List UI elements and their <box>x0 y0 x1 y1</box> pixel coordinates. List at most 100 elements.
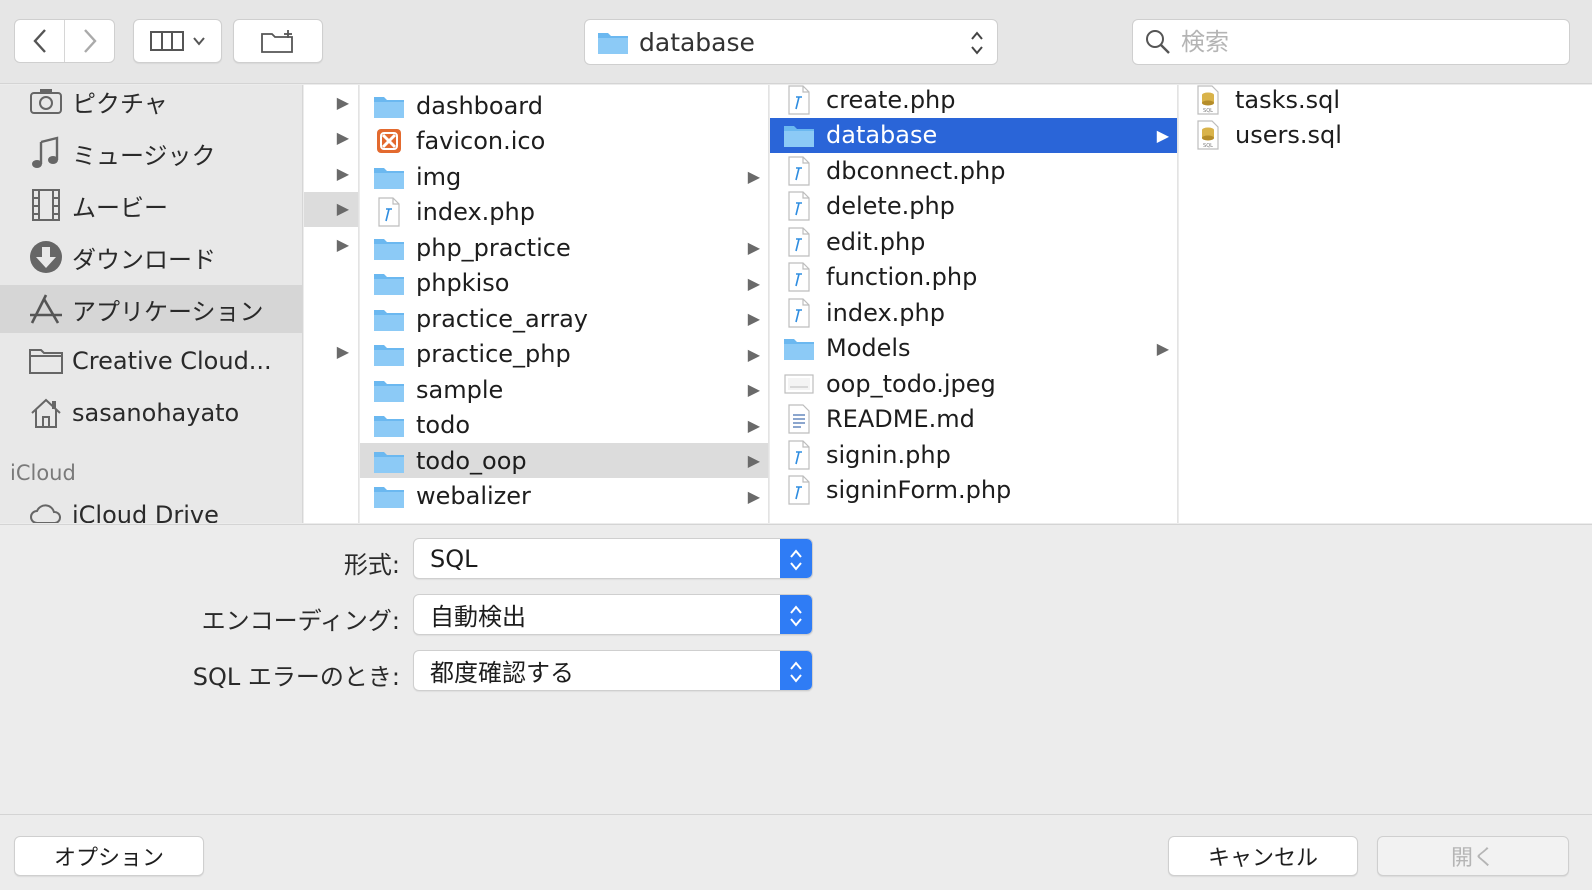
chevron-left-icon <box>32 29 46 53</box>
list-item[interactable]: function.php <box>770 260 1177 295</box>
php-file-icon <box>782 439 816 470</box>
new-folder-icon <box>261 30 293 53</box>
list-item[interactable]: edit.php <box>770 224 1177 259</box>
list-item-label: favicon.ico <box>416 127 546 155</box>
list-item[interactable]: practice_array ▶ <box>360 301 768 336</box>
folder-icon <box>782 333 816 363</box>
list-item[interactable]: sample ▶ <box>360 372 768 407</box>
disclosure-arrow-icon: ▶ <box>336 93 349 112</box>
sidebar-item-creative-cloud[interactable]: Creative Cloud... <box>0 337 302 385</box>
encoding-value: 自動検出 <box>430 603 526 631</box>
list-item[interactable]: todo_oop ▶ <box>360 443 768 478</box>
folder-icon <box>782 120 816 150</box>
list-item-label: todo <box>416 411 471 439</box>
list-item[interactable]: index.php <box>770 295 1177 330</box>
sidebar-item-label: iCloud Drive <box>72 501 219 523</box>
view-mode-button[interactable] <box>133 19 222 63</box>
php-file-icon <box>782 475 816 505</box>
list-item[interactable]: ▶ <box>304 192 358 227</box>
format-popup[interactable]: SQL <box>413 538 813 579</box>
encoding-popup[interactable]: 自動検出 <box>413 594 813 635</box>
up-down-arrows-icon <box>780 651 812 690</box>
list-item-label: php_practice <box>416 233 571 262</box>
list-item[interactable]: SQL users.sql <box>1179 118 1592 153</box>
list-item[interactable]: create.php <box>770 85 1177 117</box>
list-item[interactable]: ▶ <box>304 86 358 121</box>
list-item[interactable]: php_practice ▶ <box>360 230 768 265</box>
svg-text:SQL: SQL <box>1203 143 1213 149</box>
new-folder-button[interactable] <box>233 19 323 63</box>
list-item[interactable]: database ▶ <box>770 117 1177 153</box>
list-item-label: database <box>826 121 938 149</box>
sidebar-item-downloads[interactable]: ダウンロード <box>0 233 302 281</box>
list-item-label: oop_todo.jpeg <box>826 369 996 398</box>
chevron-right-icon <box>83 29 97 53</box>
folder-icon <box>28 343 64 379</box>
sidebar-item-icloud-drive[interactable]: iCloud Drive <box>0 491 302 523</box>
list-item[interactable]: favicon.ico <box>360 124 768 159</box>
disclosure-arrow-icon: ▶ <box>747 344 760 364</box>
list-item[interactable]: README.md <box>770 402 1177 437</box>
list-item-label: practice_php <box>416 340 571 368</box>
list-item[interactable]: ▶ <box>304 157 358 192</box>
sql-file-icon: SQL <box>1191 85 1225 115</box>
list-item[interactable]: delete.php <box>770 189 1177 224</box>
disclosure-arrow-icon: ▶ <box>336 164 349 183</box>
list-item[interactable]: dashboard <box>360 88 768 123</box>
sidebar-item-applications[interactable]: アプリケーション <box>0 285 302 333</box>
list-item[interactable]: ▶ <box>304 335 358 370</box>
sql-error-value: 都度確認する <box>430 659 574 687</box>
cloud-icon <box>28 497 64 523</box>
list-item[interactable]: index.php <box>360 195 768 230</box>
list-item[interactable]: webalizer ▶ <box>360 479 768 514</box>
sidebar-item-label: sasanohayato <box>72 399 240 427</box>
folder-icon <box>372 446 406 476</box>
list-item-label: create.php <box>826 85 956 114</box>
list-item[interactable]: ▶ <box>304 228 358 263</box>
folder-icon <box>372 162 406 192</box>
sidebar-item-pictures[interactable]: ピクチャ <box>0 85 302 125</box>
path-popup[interactable]: database <box>584 19 998 65</box>
list-item[interactable]: dbconnect.php <box>770 153 1177 188</box>
home-icon <box>28 395 64 431</box>
back-button[interactable] <box>15 20 64 62</box>
list-item[interactable]: signin.php <box>770 437 1177 472</box>
sidebar-item-home[interactable]: sasanohayato <box>0 389 302 437</box>
open-button[interactable]: 開く <box>1377 836 1569 876</box>
list-item[interactable]: phpkiso ▶ <box>360 266 768 301</box>
list-item[interactable]: img ▶ <box>360 159 768 194</box>
list-item[interactable]: SQL tasks.sql <box>1179 85 1592 117</box>
disclosure-arrow-icon: ▶ <box>336 128 349 147</box>
folder-icon <box>372 233 406 263</box>
list-item[interactable]: ▶ <box>304 121 358 156</box>
sidebar-item-music[interactable]: ミュージック <box>0 129 302 177</box>
list-item-label: dbconnect.php <box>826 156 1006 185</box>
search-input[interactable] <box>1181 28 1561 56</box>
list-item[interactable]: practice_php ▶ <box>360 337 768 372</box>
disclosure-arrow-icon: ▶ <box>747 415 760 435</box>
php-file-icon <box>782 191 816 221</box>
sidebar-item-movies[interactable]: ムービー <box>0 181 302 229</box>
list-item-label: signin.php <box>826 440 951 469</box>
sidebar-item-label: ミュージック <box>72 141 216 170</box>
list-item[interactable]: oop_todo.jpeg <box>770 366 1177 401</box>
php-file-icon <box>782 297 816 328</box>
list-item[interactable]: Models ▶ <box>770 331 1177 366</box>
disclosure-arrow-icon: ▶ <box>747 486 760 506</box>
encoding-label: エンコーディング: <box>201 607 400 635</box>
list-item-label: todo_oop <box>416 446 527 475</box>
svg-text:SQL: SQL <box>1203 108 1213 114</box>
disclosure-arrow-icon: ▶ <box>336 235 349 254</box>
browser-column-3: create.php database ▶ dbconnect.php delete.p… <box>770 85 1178 523</box>
list-item[interactable]: todo ▶ <box>360 408 768 443</box>
list-item[interactable]: signinForm.php <box>770 473 1177 508</box>
list-item-label: signinForm.php <box>826 476 1012 504</box>
php-file-icon <box>782 155 816 186</box>
sql-error-popup[interactable]: 都度確認する <box>413 650 813 691</box>
search-field[interactable] <box>1132 19 1570 65</box>
search-icon <box>1146 30 1170 54</box>
options-button[interactable]: オプション <box>14 836 204 876</box>
cancel-button[interactable]: キャンセル <box>1168 836 1358 876</box>
up-down-arrows-icon <box>971 31 983 55</box>
forward-button[interactable] <box>64 20 114 62</box>
